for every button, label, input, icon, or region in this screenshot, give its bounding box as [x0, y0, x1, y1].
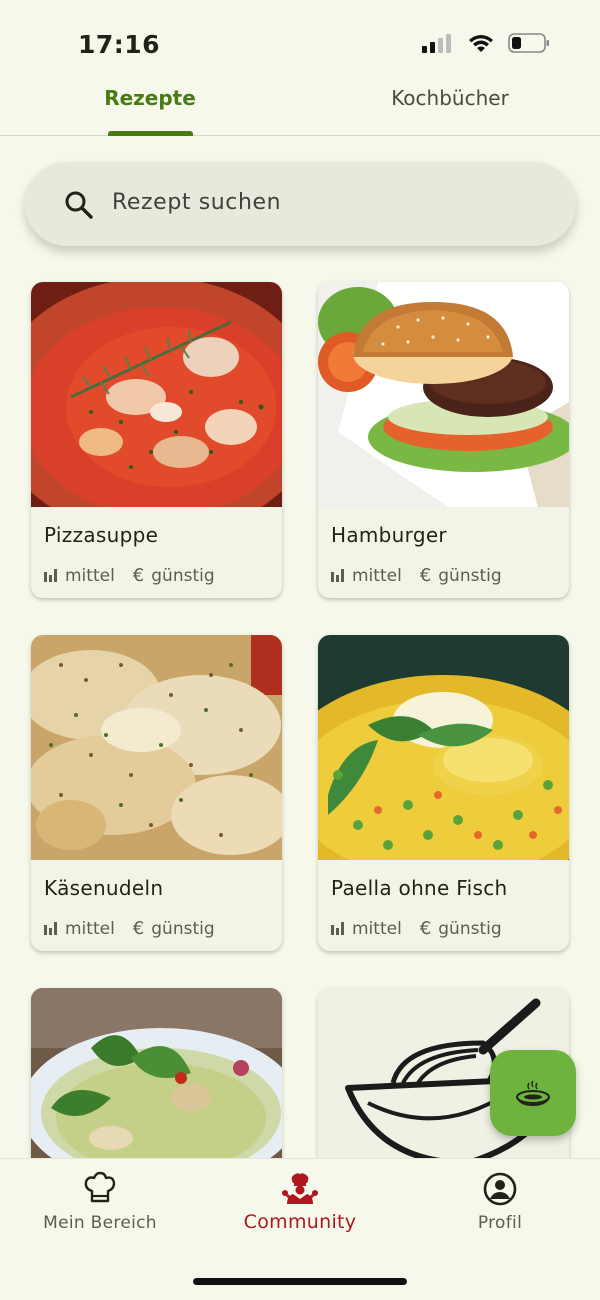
home-indicator — [193, 1278, 407, 1285]
search-bar[interactable]: Rezept suchen — [25, 162, 576, 246]
recipe-title: Käsenudeln — [44, 876, 164, 900]
price-info: € günstig — [420, 565, 502, 586]
status-bar: 17:16 — [0, 0, 600, 80]
recipe-meta: mittel € günstig — [44, 918, 233, 939]
battery-icon — [508, 33, 549, 53]
difficulty-label: mittel — [65, 918, 115, 939]
price-label: günstig — [151, 565, 215, 586]
price-label: günstig — [438, 565, 502, 586]
screen: 17:16 Rezepte Kochbücher Rezept suchen P… — [0, 0, 600, 1300]
price-info: € günstig — [420, 918, 502, 939]
recipe-card[interactable]: Hamburger mittel € günstig — [318, 282, 569, 598]
profile-icon — [483, 1172, 517, 1206]
price-info: € günstig — [133, 565, 215, 586]
wifi-icon — [469, 35, 493, 52]
recipe-image-paella — [318, 635, 569, 860]
price-label: günstig — [438, 918, 502, 939]
bar-chart-icon — [44, 922, 58, 935]
recipe-meta: mittel € günstig — [44, 565, 233, 586]
nav-label: Profil — [477, 1213, 523, 1233]
difficulty-info: mittel — [44, 566, 115, 586]
cooking-pan-fab-button[interactable] — [490, 1050, 576, 1136]
top-tabs: Rezepte Kochbücher — [0, 76, 600, 136]
nav-label: Mein Bereich — [43, 1213, 157, 1233]
search-input[interactable]: Rezept suchen — [112, 190, 281, 215]
tab-kochbuecher[interactable]: Kochbücher — [350, 76, 550, 136]
status-time: 17:16 — [78, 30, 161, 59]
euro-icon: € — [132, 565, 145, 586]
tab-rezepte[interactable]: Rezepte — [60, 76, 240, 136]
search-icon — [65, 191, 93, 219]
euro-icon: € — [132, 918, 145, 939]
recipe-image-hamburger — [318, 282, 569, 507]
recipe-title: Paella ohne Fisch — [331, 876, 508, 900]
recipe-card[interactable]: Käsenudeln mittel € günstig — [31, 635, 282, 951]
recipe-title: Hamburger — [331, 523, 447, 547]
difficulty-label: mittel — [352, 565, 402, 586]
difficulty-info: mittel — [331, 919, 402, 939]
euro-icon: € — [419, 565, 432, 586]
status-icons — [422, 33, 550, 53]
difficulty-label: mittel — [352, 918, 402, 939]
nav-item-profil[interactable]: Profil — [400, 1171, 600, 1233]
bar-chart-icon — [44, 569, 58, 582]
recipe-meta: mittel € günstig — [331, 918, 520, 939]
price-label: günstig — [151, 918, 215, 939]
nav-item-mein-bereich[interactable]: Mein Bereich — [0, 1171, 200, 1233]
recipe-image-pizzasuppe — [31, 282, 282, 507]
cooking-pan-icon — [516, 1080, 550, 1107]
nav-item-community[interactable]: Community — [200, 1171, 400, 1233]
cellular-signal-icon — [422, 34, 451, 53]
tab-active-indicator — [108, 131, 193, 136]
recipe-meta: mittel € günstig — [331, 565, 520, 586]
community-chef-icon — [282, 1173, 318, 1204]
price-info: € günstig — [133, 918, 215, 939]
difficulty-label: mittel — [65, 565, 115, 586]
bar-chart-icon — [331, 922, 345, 935]
chef-hat-icon — [84, 1171, 116, 1203]
difficulty-info: mittel — [331, 566, 402, 586]
recipe-card[interactable]: Pizzasuppe mittel € günstig — [31, 282, 282, 598]
recipe-image-kaesenudeln — [31, 635, 282, 860]
recipe-card[interactable]: Paella ohne Fisch mittel € günstig — [318, 635, 569, 951]
recipe-title: Pizzasuppe — [44, 523, 159, 547]
bar-chart-icon — [331, 569, 345, 582]
nav-label: Community — [243, 1211, 357, 1233]
euro-icon: € — [419, 918, 432, 939]
difficulty-info: mittel — [44, 919, 115, 939]
